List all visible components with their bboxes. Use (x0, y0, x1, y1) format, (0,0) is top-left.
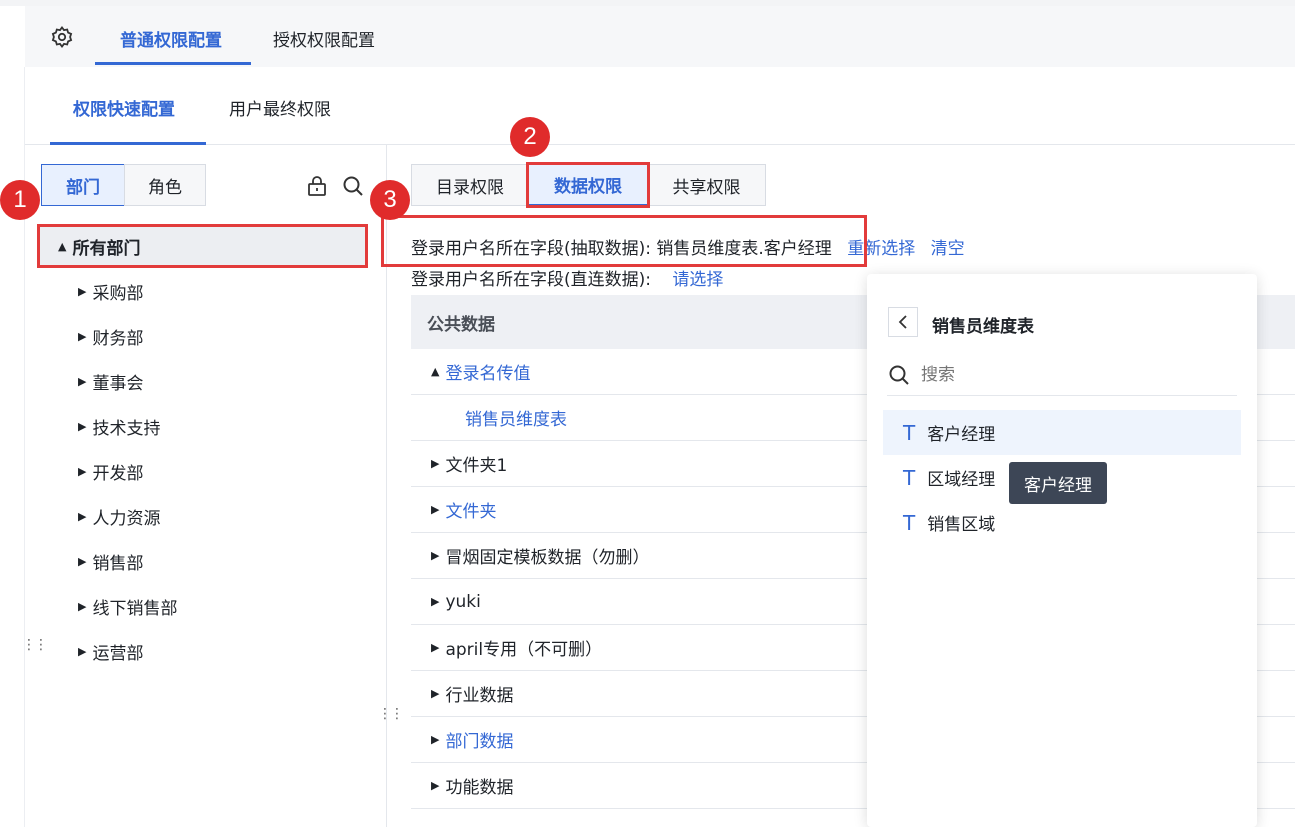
tree-root-all-departments[interactable]: ▲ 所有部门 (40, 226, 366, 266)
table-row-label: 功能数据 (445, 778, 514, 798)
search-icon[interactable] (341, 174, 365, 198)
tree-item-label: 财务部 (92, 328, 144, 349)
expand-arrow-icon: ▶ (78, 374, 87, 388)
gear-icon[interactable] (50, 25, 74, 49)
choose-link[interactable]: 请选择 (672, 270, 723, 290)
collapse-arrow-icon: ▲ (431, 365, 440, 378)
tree-item-label: 采购部 (92, 283, 144, 304)
tree-item-label: 技术支持 (92, 418, 161, 439)
expand-arrow-icon: ▶ (431, 595, 440, 608)
expand-arrow-icon: ▶ (78, 284, 87, 298)
segment-role[interactable]: 角色 (124, 164, 206, 206)
field-option-customer-manager[interactable]: T 客户经理 (883, 410, 1241, 455)
expand-arrow-icon: ▶ (431, 687, 440, 700)
expand-arrow-icon: ▶ (78, 419, 87, 433)
tab-catalog-permission[interactable]: 目录权限 (411, 164, 529, 206)
extract-field-label: 登录用户名所在字段(抽取数据): 销售员维度表.客户经理 (411, 239, 832, 259)
tree-root-label: 所有部门 (72, 238, 141, 259)
tree-item-department[interactable]: ▶ 人力资源 (78, 501, 160, 531)
text-type-icon: T (903, 465, 916, 490)
expand-arrow-icon: ▶ (431, 549, 440, 562)
expand-arrow-icon: ▶ (431, 457, 440, 470)
expand-arrow-icon: ▶ (78, 509, 87, 523)
clear-link[interactable]: 清空 (931, 239, 965, 259)
extract-field-line: 登录用户名所在字段(抽取数据): 销售员维度表.客户经理 重新选择 清空 (411, 234, 965, 259)
table-row-label: 部门数据 (445, 732, 514, 752)
panel-divider (386, 145, 387, 827)
popup-title: 销售员维度表 (932, 317, 1034, 337)
direct-field-line: 登录用户名所在字段(直连数据): 请选择 (411, 265, 723, 290)
expand-arrow-icon: ▶ (431, 503, 440, 516)
tab-quick-config[interactable]: 权限快速配置 (73, 95, 175, 120)
field-option-label: 销售区域 (927, 515, 996, 535)
expand-arrow-icon: ▶ (78, 329, 87, 343)
tab-data-permission[interactable]: 数据权限 (528, 164, 648, 206)
sub-tab-bar: 权限快速配置 用户最终权限 (25, 67, 1295, 145)
table-row-label: 文件夹1 (445, 456, 508, 476)
expand-arrow-icon: ▶ (431, 641, 440, 654)
text-type-icon: T (903, 510, 916, 535)
field-option-label: 区域经理 (927, 470, 996, 490)
table-row-label: yuki (445, 591, 481, 612)
tree-item-label: 开发部 (92, 463, 144, 484)
table-row-label: 冒烟固定模板数据（勿删） (445, 548, 650, 568)
segment-department[interactable]: 部门 (41, 164, 125, 206)
field-option-label: 客户经理 (927, 425, 996, 445)
sub-tab-indicator (50, 142, 206, 145)
tree-item-label: 运营部 (92, 643, 144, 664)
tree-item-label: 销售部 (92, 553, 144, 574)
table-row-label: 登录名传值 (445, 364, 531, 384)
expand-arrow-icon: ▶ (78, 644, 87, 658)
expand-arrow-icon: ▶ (431, 733, 440, 746)
tree-item-department[interactable]: ▶ 线下销售部 (78, 591, 177, 621)
text-type-icon: T (903, 420, 916, 445)
field-select-popup: 销售员维度表 T 客户经理 T 区域经理 T 销售区域 (867, 274, 1257, 827)
tree-item-department[interactable]: ▶ 技术支持 (78, 411, 160, 441)
search-icon (889, 365, 909, 385)
tree-item-department[interactable]: ▶ 销售部 (78, 546, 143, 576)
drag-handle-icon[interactable]: ⋮⋮ (22, 638, 48, 652)
tree-item-department[interactable]: ▶ 采购部 (78, 276, 143, 306)
tab-grant-permission[interactable]: 授权权限配置 (273, 26, 375, 51)
expand-arrow-icon: ▶ (431, 779, 440, 792)
tree-item-label: 线下销售部 (92, 598, 178, 619)
tab-user-final-permission[interactable]: 用户最终权限 (229, 95, 331, 120)
reselect-link[interactable]: 重新选择 (847, 239, 915, 259)
top-tab-indicator (95, 62, 251, 65)
drag-handle-icon[interactable]: ⋮⋮ (378, 707, 404, 721)
expand-arrow-icon: ▶ (78, 464, 87, 478)
popup-search[interactable] (887, 354, 1237, 396)
tree-item-label: 人力资源 (92, 508, 161, 529)
table-row-label: april专用（不可删） (445, 640, 603, 660)
tree-item-label: 董事会 (92, 373, 144, 394)
tooltip: 客户经理 (1009, 462, 1107, 504)
tree-item-department[interactable]: ▶ 开发部 (78, 456, 143, 486)
tab-share-permission[interactable]: 共享权限 (647, 164, 766, 206)
table-row-label: 文件夹 (445, 502, 497, 522)
annotation-badge-3: 3 (370, 180, 410, 220)
direct-field-label: 登录用户名所在字段(直连数据): (411, 270, 651, 290)
expand-arrow-icon: ▶ (78, 599, 87, 613)
table-row-label: 行业数据 (445, 686, 514, 706)
tree-item-department[interactable]: ▶ 财务部 (78, 321, 143, 351)
expand-arrow-icon: ▶ (78, 554, 87, 568)
search-input[interactable] (921, 364, 1211, 385)
back-button[interactable] (888, 307, 918, 337)
collapse-arrow-icon: ▲ (58, 239, 67, 253)
tree-item-department[interactable]: ▶ 董事会 (78, 366, 143, 396)
table-row-label: 销售员维度表 (465, 410, 567, 430)
tree-item-department[interactable]: ▶ 运营部 (78, 636, 143, 666)
chevron-left-icon (898, 315, 907, 329)
annotation-badge-1: 1 (0, 180, 40, 220)
annotation-badge-2: 2 (510, 117, 550, 157)
tab-normal-permission[interactable]: 普通权限配置 (120, 26, 222, 51)
lock-icon[interactable] (305, 174, 329, 198)
field-option-sales-region[interactable]: T 销售区域 (883, 500, 1241, 545)
